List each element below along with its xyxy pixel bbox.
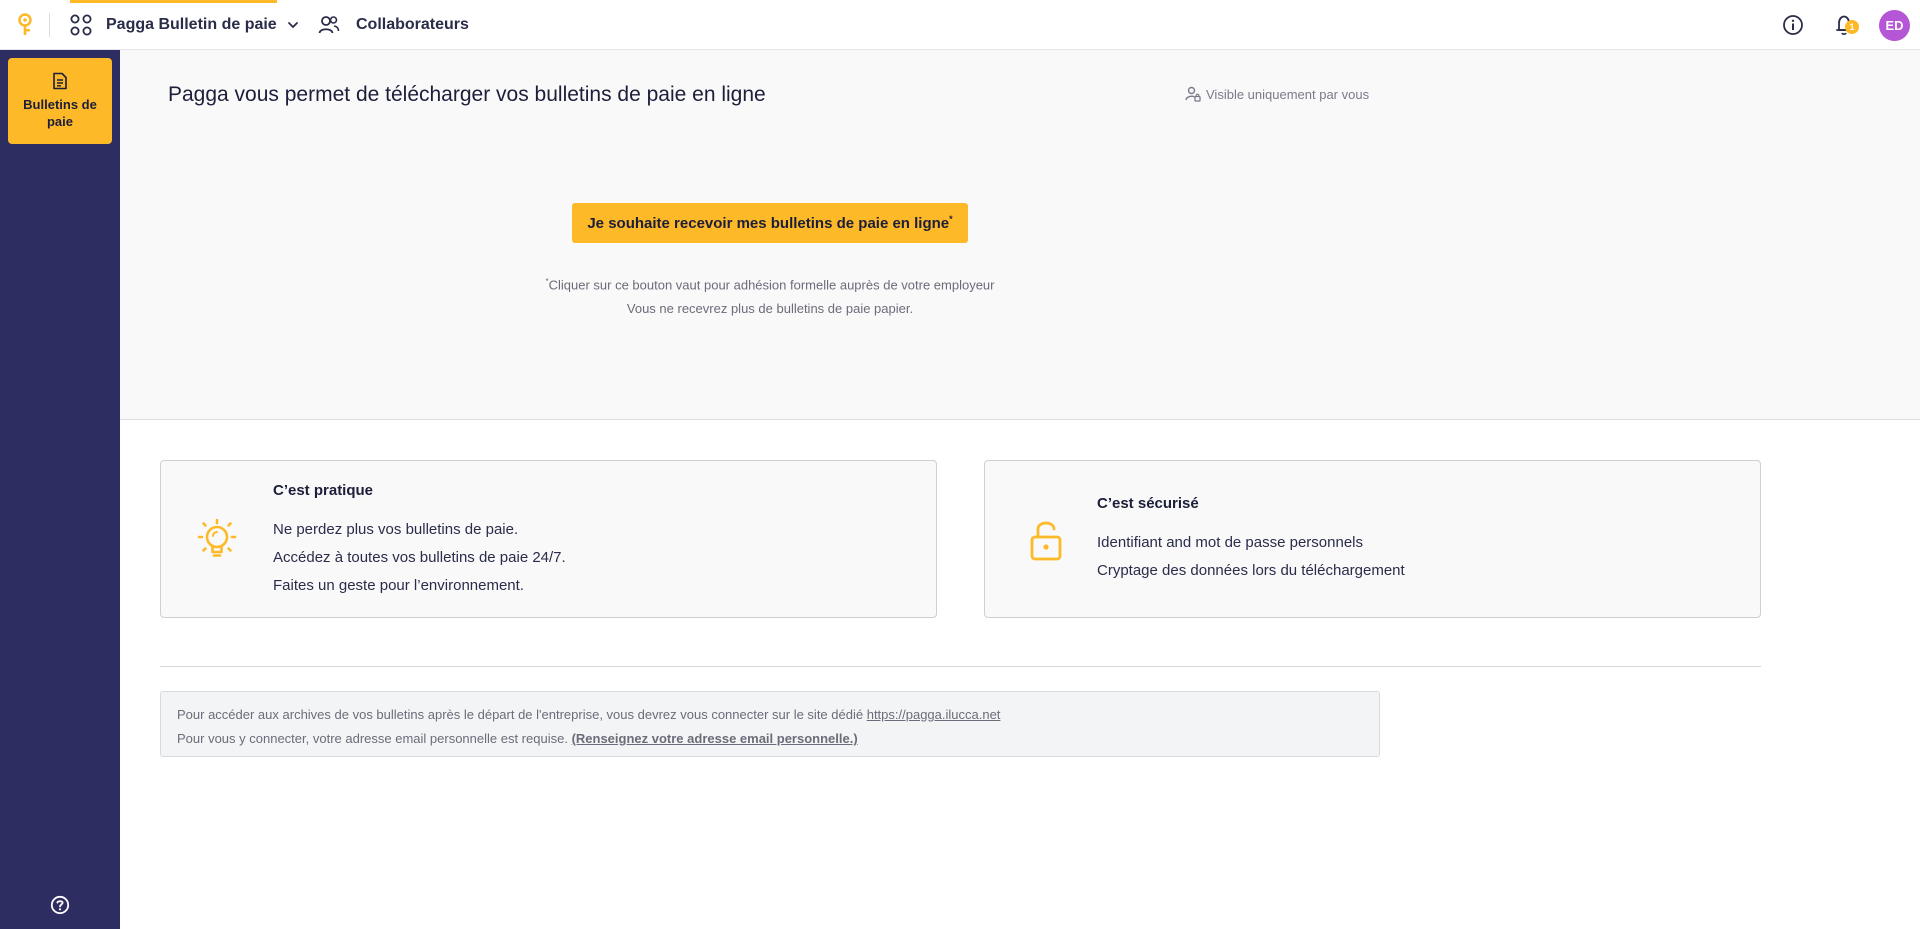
- archive-line-1-text: Pour accéder aux archives de vos bulleti…: [177, 707, 864, 722]
- notification-badge: 1: [1845, 20, 1859, 34]
- help-icon[interactable]: [50, 895, 70, 915]
- card-line: Accédez à toutes vos bulletins de paie 2…: [273, 549, 566, 566]
- document-icon: [53, 72, 67, 90]
- grid-icon: [70, 14, 92, 36]
- collaborators-label: Collaborateurs: [356, 16, 469, 33]
- card-line: Cryptage des données lors du téléchargem…: [1097, 562, 1405, 579]
- archive-notice: Pour accéder aux archives de vos bulleti…: [160, 691, 1380, 757]
- archive-line-1: Pour accéder aux archives de vos bulleti…: [177, 703, 1363, 727]
- hero-section: Pagga vous permet de télécharger vos bul…: [120, 50, 1920, 420]
- pagga-site-link[interactable]: https://pagga.ilucca.net: [867, 707, 1001, 722]
- users-icon: [318, 16, 340, 34]
- note-line-2: Vous ne recevrez plus de bulletins de pa…: [626, 301, 914, 317]
- card-line: Ne perdez plus vos bulletins de paie.: [273, 521, 519, 538]
- collaborators-link[interactable]: Collaborateurs: [318, 0, 469, 50]
- card-practical: C’est pratique Ne perdez plus vos bullet…: [160, 460, 937, 618]
- card-secure: C’est sécurisé Identifiant and mot de pa…: [984, 460, 1761, 618]
- page-title: Pagga vous permet de télécharger vos bul…: [168, 83, 766, 106]
- top-bar: Pagga Bulletin de paie Collaborateurs 1 …: [0, 0, 1920, 50]
- lucca-logo-icon[interactable]: [14, 13, 36, 37]
- padlock-open-icon: [1030, 521, 1062, 561]
- card-line: Identifiant and mot de passe personnels: [1097, 534, 1364, 551]
- topbar-divider: [49, 13, 50, 37]
- card-lines: Ne perdez plus vos bulletins de paie. Ac…: [273, 516, 566, 600]
- sidebar-item-label: Bulletins de paie: [23, 97, 97, 129]
- sidebar: Bulletins de paie: [0, 50, 120, 929]
- card-lines: Identifiant and mot de passe personnels …: [1097, 529, 1405, 585]
- card-title: C’est pratique: [273, 482, 374, 499]
- app-name: Pagga Bulletin de paie: [106, 16, 277, 33]
- archive-line-2: Pour vous y connecter, votre adresse ema…: [177, 727, 1363, 751]
- cta-note: *Cliquer sur ce bouton vaut pour adhésio…: [420, 270, 1120, 321]
- visibility-note: Visible uniquement par vous: [1185, 86, 1369, 102]
- active-app-indicator: [70, 0, 277, 3]
- info-icon[interactable]: [1782, 14, 1804, 36]
- note-line-1: Cliquer sur ce bouton vaut pour adhésion…: [548, 277, 995, 293]
- card-title: C’est sécurisé: [1097, 495, 1199, 512]
- cta-asterisk: *: [949, 214, 953, 224]
- cta-label: Je souhaite recevoir mes bulletins de pa…: [587, 215, 950, 232]
- chevron-down-icon: [287, 22, 298, 29]
- avatar[interactable]: ED: [1879, 10, 1910, 41]
- archive-line-2-text: Pour vous y connecter, votre adresse ema…: [177, 731, 568, 746]
- personal-email-link[interactable]: (Renseignez votre adresse email personne…: [572, 731, 858, 746]
- card-line: Faites un geste pour l’environnement.: [273, 577, 524, 594]
- visibility-note-text: Visible uniquement par vous: [1206, 86, 1370, 102]
- section-divider: [160, 666, 1761, 667]
- app-switcher[interactable]: Pagga Bulletin de paie: [70, 0, 299, 50]
- user-lock-icon: [1185, 86, 1201, 102]
- sidebar-item-bulletins[interactable]: Bulletins de paie: [8, 58, 112, 144]
- lightbulb-icon: [197, 518, 237, 557]
- receive-online-payslips-button[interactable]: Je souhaite recevoir mes bulletins de pa…: [572, 203, 968, 243]
